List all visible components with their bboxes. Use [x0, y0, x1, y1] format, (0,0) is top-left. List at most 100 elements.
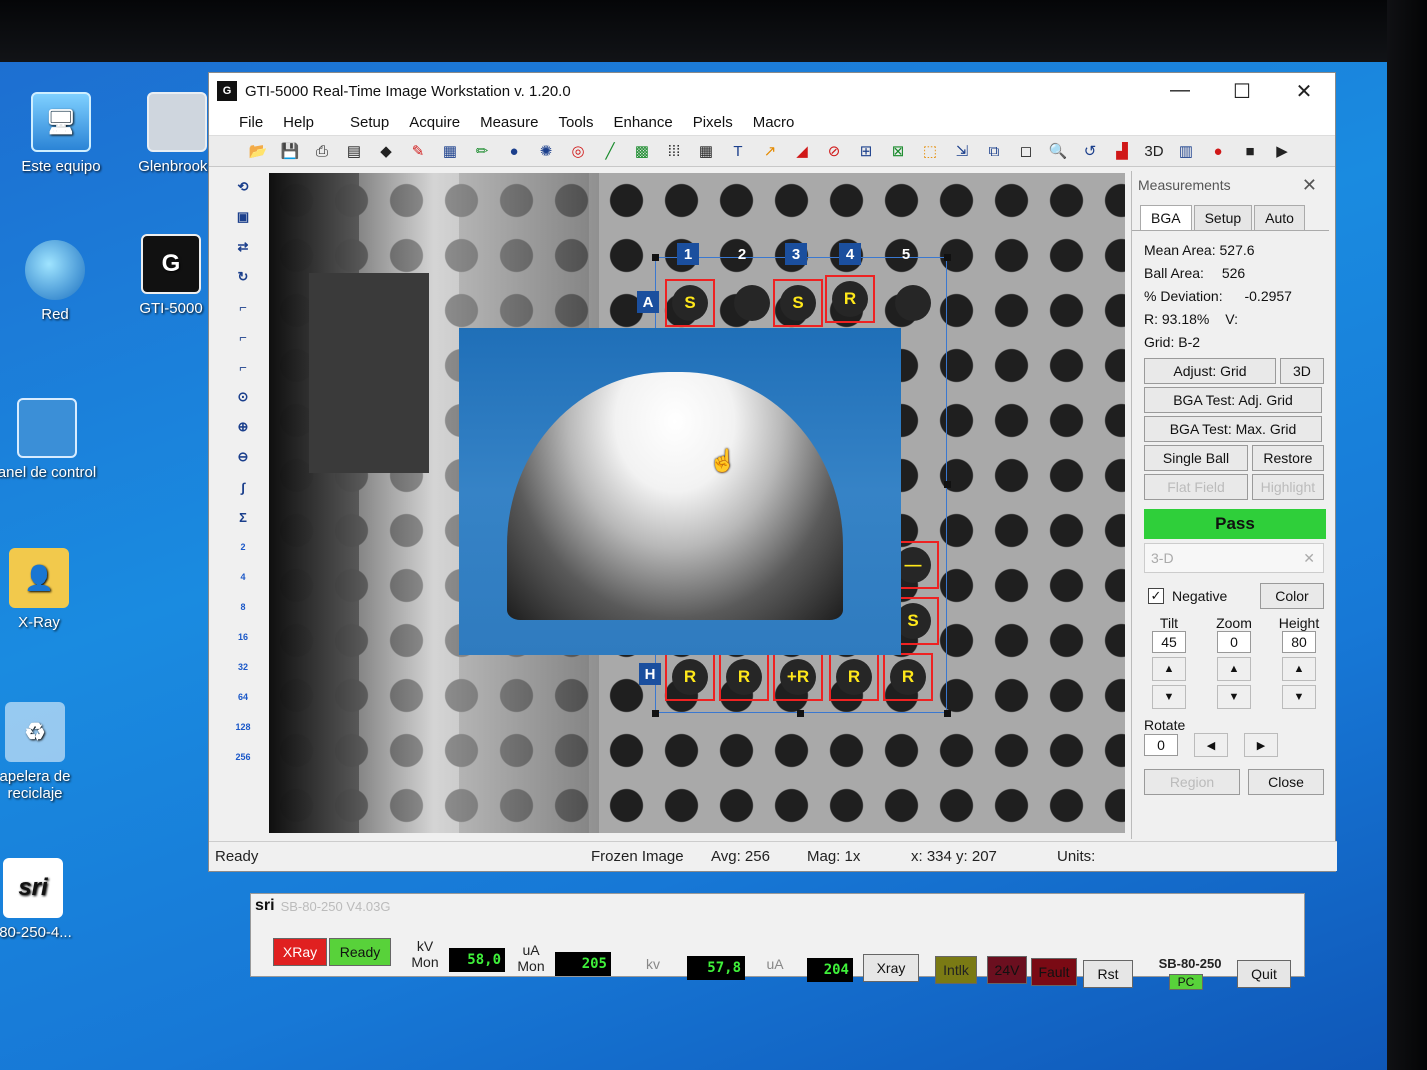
maximize-button[interactable]: ☐ [1211, 79, 1273, 104]
zoom-fit-icon[interactable]: ⊙ [229, 383, 257, 411]
zoom-doc-icon[interactable]: 🔍 [1045, 139, 1071, 163]
menu-help[interactable]: Help [283, 114, 314, 131]
grid-handle[interactable] [944, 254, 951, 261]
grid-handle[interactable] [944, 710, 951, 717]
rotate-icon[interactable]: ⟲ [229, 173, 257, 201]
rotate-value[interactable]: 0 [1144, 734, 1178, 756]
bga-test-adj-grid-button[interactable]: BGA Test: Adj. Grid [1144, 387, 1322, 413]
height-down-icon[interactable]: ▼ [1282, 685, 1316, 709]
grid-handle[interactable] [652, 254, 659, 261]
menu-file[interactable]: File [239, 114, 263, 131]
avg-64-button[interactable]: 64 [229, 683, 257, 711]
tilt-down-icon[interactable]: ▼ [1152, 685, 1186, 709]
menu-macro[interactable]: Macro [753, 114, 795, 131]
desktop-icon-xray[interactable]: 👤 X-Ray [0, 548, 94, 631]
zoom-out-icon[interactable]: ⊖ [229, 443, 257, 471]
tilt-value[interactable]: 45 [1152, 631, 1186, 653]
flip-icon[interactable]: ⇄ [229, 233, 257, 261]
reset-icon[interactable]: ↻ [229, 263, 257, 291]
bga-cell[interactable]: +R [773, 653, 823, 701]
grid-lines-icon[interactable]: ⊞ [853, 139, 879, 163]
grid-handle[interactable] [652, 710, 659, 717]
zoom-in-icon[interactable]: ⊕ [229, 413, 257, 441]
bga-cell[interactable]: R [825, 275, 875, 323]
zoom-up-icon[interactable]: ▲ [1217, 657, 1251, 681]
avg-16-button[interactable]: 16 [229, 623, 257, 651]
tab-auto[interactable]: Auto [1254, 205, 1305, 230]
undo-icon[interactable]: ↺ [1077, 139, 1103, 163]
clear-icon[interactable]: ⊘ [821, 139, 847, 163]
grid-handle[interactable] [944, 481, 951, 488]
ua-set-display[interactable]: 204 [807, 958, 853, 982]
camera-icon[interactable]: ▣ [229, 203, 257, 231]
avg-8-button[interactable]: 8 [229, 593, 257, 621]
close-3d-button[interactable]: Close [1248, 769, 1324, 795]
height-value[interactable]: 80 [1282, 631, 1316, 653]
xray-toggle-button[interactable]: Xray [863, 954, 919, 982]
bga-cell[interactable]: R [829, 653, 879, 701]
desktop-icon-este-equipo[interactable]: 🖥 Este equipo [6, 92, 116, 175]
minimize-button[interactable]: — [1149, 79, 1211, 104]
adjust-grid-button[interactable]: Adjust: Grid [1144, 358, 1276, 384]
menu-tools[interactable]: Tools [558, 114, 593, 131]
line-icon[interactable]: ╱ [597, 139, 623, 163]
desktop-icon-panel-control[interactable]: anel de control [0, 398, 102, 481]
arrow-icon[interactable]: ↗ [757, 139, 783, 163]
menu-acquire[interactable]: Acquire [409, 114, 460, 131]
menu-measure[interactable]: Measure [480, 114, 538, 131]
film-icon[interactable]: ▥ [1173, 139, 1199, 163]
negative-checkbox[interactable]: ✓ [1148, 588, 1164, 604]
avg-32-button[interactable]: 32 [229, 653, 257, 681]
save-icon[interactable]: 💾 [277, 139, 303, 163]
tilt-up-icon[interactable]: ▲ [1152, 657, 1186, 681]
bga-cell[interactable]: R [883, 653, 933, 701]
calibrate-icon[interactable]: ◆ [373, 139, 399, 163]
region-button[interactable]: Region [1144, 769, 1240, 795]
rotate-right-icon[interactable]: ▶ [1244, 733, 1278, 757]
circle-icon[interactable]: ● [501, 139, 527, 163]
table-icon[interactable]: ▦ [693, 139, 719, 163]
bga-cell[interactable]: S [665, 279, 715, 327]
close-icon[interactable]: ✕ [1302, 175, 1317, 196]
print-icon[interactable]: ⎙ [309, 139, 335, 163]
desktop-icon-red[interactable]: Red [0, 240, 110, 323]
grid-dots-icon[interactable]: ⁞⁞⁞ [661, 139, 687, 163]
open-folder-icon[interactable]: 📂 [245, 139, 271, 163]
close-icon[interactable]: ✕ [1303, 550, 1315, 567]
avg-2-button[interactable]: 2 [229, 533, 257, 561]
excel-icon[interactable]: ⊠ [885, 139, 911, 163]
single-ball-button[interactable]: Single Ball [1144, 445, 1248, 471]
menu-setup[interactable]: Setup [350, 114, 389, 131]
print-setup-icon[interactable]: ▤ [341, 139, 367, 163]
step3-icon[interactable]: ⌐ [229, 353, 257, 381]
desktop-icon-recycle-bin[interactable]: ♻ apelera de reciclaje [0, 702, 90, 802]
color-button[interactable]: Color [1260, 583, 1324, 609]
highlight-button[interactable]: Highlight [1251, 474, 1324, 500]
avg-128-button[interactable]: 128 [229, 713, 257, 741]
zoom-down-icon[interactable]: ▼ [1217, 685, 1251, 709]
scan-icon[interactable]: ▩ [629, 139, 655, 163]
menu-pixels[interactable]: Pixels [693, 114, 733, 131]
rotate-left-icon[interactable]: ◀ [1194, 733, 1228, 757]
tab-setup[interactable]: Setup [1193, 205, 1253, 230]
bga-cell[interactable]: R [665, 653, 715, 701]
height-up-icon[interactable]: ▲ [1282, 657, 1316, 681]
record-icon[interactable]: ● [1205, 139, 1231, 163]
particles-icon[interactable]: ✺ [533, 139, 559, 163]
eraser-icon[interactable]: ◢ [789, 139, 815, 163]
3d-button[interactable]: 3D [1279, 358, 1324, 384]
restore-button[interactable]: Restore [1251, 445, 1324, 471]
curve-icon[interactable]: ∫ [229, 473, 257, 501]
step2-icon[interactable]: ⌐ [229, 323, 257, 351]
xray-image-view[interactable]: 1 2 3 4 5 A H S S R — S R R +R R R ☝ [269, 173, 1125, 833]
flat-field-button[interactable]: Flat Field [1144, 474, 1248, 500]
xray-indicator[interactable]: XRay [273, 938, 327, 966]
avg-4-button[interactable]: 4 [229, 563, 257, 591]
quit-button[interactable]: Quit [1237, 960, 1291, 988]
reset-button[interactable]: Rst [1083, 960, 1133, 988]
play-icon[interactable]: ▶ [1269, 139, 1295, 163]
3d-ball-view[interactable]: ☝ [459, 328, 901, 655]
menu-enhance[interactable]: Enhance [613, 114, 672, 131]
zoom-value[interactable]: 0 [1217, 631, 1251, 653]
tab-bga[interactable]: BGA [1140, 205, 1192, 230]
